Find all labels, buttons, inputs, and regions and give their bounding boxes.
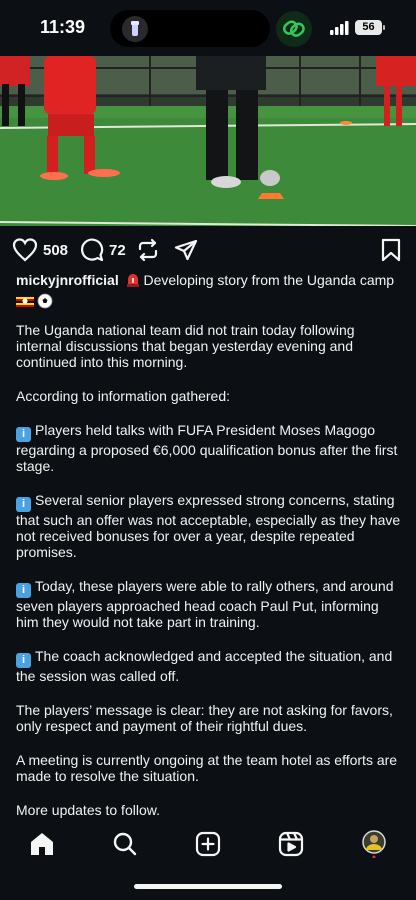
paragraph-bullet: i The coach acknowledged and accepted the… xyxy=(16,648,402,684)
comment-button[interactable]: 72 xyxy=(80,236,126,264)
info-icon: i xyxy=(16,497,31,512)
like-count: 508 xyxy=(43,241,69,259)
siren-icon xyxy=(126,272,140,290)
home-icon xyxy=(31,833,53,855)
paragraph-bullet: i Players held talks with FUFA President … xyxy=(16,422,402,474)
search-icon xyxy=(113,832,137,856)
comment-icon xyxy=(81,238,104,262)
bullet-text: Players held talks with FUFA President M… xyxy=(16,422,398,474)
bullet-text: Today, these players were able to rally … xyxy=(16,578,394,630)
status-bar: 11:39 56 xyxy=(0,0,416,56)
bullet-text: The coach acknowledged and accepted the … xyxy=(16,648,393,684)
save-button[interactable] xyxy=(380,236,402,264)
dynamic-island xyxy=(110,10,270,47)
soccer-ball-icon xyxy=(37,293,53,312)
post-caption: mickyjnrofficial Developing story from t… xyxy=(16,272,400,312)
plus-square-icon xyxy=(195,831,221,857)
reels-tab[interactable] xyxy=(277,830,305,858)
share-button[interactable] xyxy=(174,236,198,264)
home-tab[interactable] xyxy=(28,830,56,858)
info-icon: i xyxy=(16,653,31,668)
paragraph-meeting: A meeting is currently ongoing at the te… xyxy=(16,752,398,784)
home-indicator xyxy=(134,884,282,889)
info-icon: i xyxy=(16,583,31,598)
paragraph-updates: More updates to follow. xyxy=(16,802,160,818)
reels-icon xyxy=(278,831,304,857)
repost-icon xyxy=(138,238,158,262)
flashlight-icon xyxy=(122,16,148,42)
status-time: 11:39 xyxy=(40,17,86,37)
create-tab[interactable] xyxy=(194,830,222,858)
bullet-text: Several senior players expressed strong … xyxy=(16,492,401,560)
paragraph-info-gathered: According to information gathered: xyxy=(16,388,231,404)
paragraph-message: The players’ message is clear: they are … xyxy=(16,702,393,734)
paragraph-intro: The Uganda national team did not train t… xyxy=(16,322,355,370)
uganda-flag-icon xyxy=(16,294,34,310)
post-username[interactable]: mickyjnrofficial xyxy=(16,272,119,288)
caption-emoji-line xyxy=(16,292,400,312)
info-icon: i xyxy=(16,427,31,442)
cellular-signal-icon xyxy=(330,21,350,40)
profile-tab[interactable] xyxy=(361,830,389,859)
post-headline: Developing story from the Uganda camp xyxy=(139,272,395,288)
paragraph-bullet: i Several senior players expressed strong… xyxy=(16,492,402,560)
search-tab[interactable] xyxy=(111,830,139,858)
like-button[interactable]: 508 xyxy=(12,236,68,264)
post-actions: 508 72 xyxy=(0,232,416,268)
battery-indicator: 56 xyxy=(355,20,382,35)
avatar xyxy=(362,830,386,859)
share-icon xyxy=(174,239,198,261)
post-body: The Uganda national team did not train t… xyxy=(16,322,402,836)
comment-count: 72 xyxy=(109,241,126,259)
post-photo[interactable] xyxy=(0,56,416,226)
heart-icon xyxy=(12,238,38,262)
bookmark-icon xyxy=(381,238,401,262)
repost-button[interactable] xyxy=(136,236,160,264)
link-icon xyxy=(276,11,312,47)
battery-tip xyxy=(383,25,385,30)
paragraph-bullet: i Today, these players were able to rally… xyxy=(16,578,402,630)
